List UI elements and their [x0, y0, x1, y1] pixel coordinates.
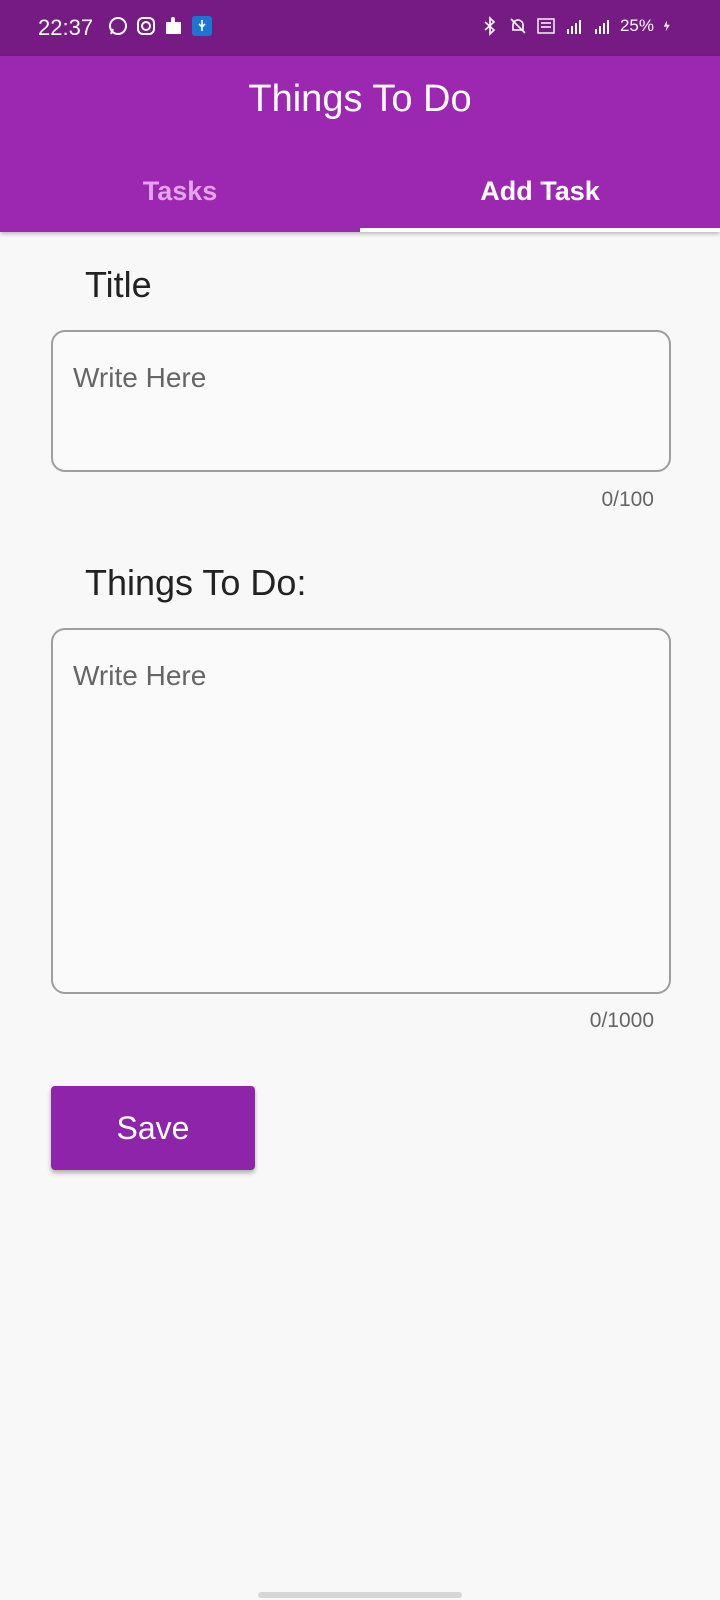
volte-icon — [537, 18, 555, 34]
todo-counter: 0/1000 — [589, 1009, 654, 1032]
app-bar: Things To Do Tasks Add Task — [0, 56, 720, 232]
tab-indicator — [360, 228, 720, 232]
save-button[interactable]: Save — [51, 1086, 255, 1170]
tab-add-task-label: Add Task — [480, 176, 600, 206]
tab-bar: Tasks Add Task — [0, 156, 720, 232]
notification-icons — [108, 16, 212, 36]
todo-label: Things To Do: — [85, 562, 307, 603]
signal-icon — [594, 20, 609, 34]
todo-field[interactable] — [51, 628, 671, 994]
title-input[interactable] — [53, 332, 669, 470]
status-bar: 22:37 25% — [0, 0, 720, 56]
bluetooth-icon — [484, 16, 496, 36]
tab-add-task[interactable]: Add Task — [360, 156, 720, 232]
title-counter: 0/100 — [601, 488, 654, 511]
app-title: Things To Do — [248, 78, 472, 120]
todo-input[interactable] — [53, 630, 669, 992]
mute-icon — [510, 18, 526, 34]
charging-icon — [663, 20, 670, 32]
tab-tasks-label: Tasks — [142, 176, 218, 206]
system-icons: 25% — [480, 16, 674, 36]
battery-percent: 25% — [619, 16, 654, 35]
usb-icon — [192, 16, 212, 36]
instagram-icon — [137, 17, 155, 35]
signal-4g-icon — [566, 20, 581, 34]
title-field[interactable] — [51, 330, 671, 472]
whatsapp-icon — [109, 17, 127, 35]
title-label: Title — [85, 264, 152, 305]
home-indicator[interactable] — [258, 1592, 462, 1598]
tab-tasks[interactable]: Tasks — [0, 156, 360, 232]
puzzle-icon — [166, 17, 181, 34]
status-time: 22:37 — [38, 15, 94, 40]
